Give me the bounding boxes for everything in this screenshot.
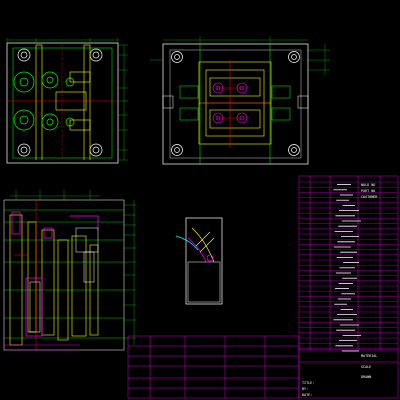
date-label: DATE: [302, 393, 312, 397]
title-label: TITLE: [302, 381, 314, 385]
title-block-row-3: CUSTOMER [361, 195, 378, 199]
title-block-row-2: PART NO [361, 189, 375, 193]
cad-drawing: NOLD NO PART NO CUSTOMER MATERIAL SCALE … [0, 0, 400, 400]
by-label: BY: [302, 387, 308, 391]
title-block-row-6: DRAWN [361, 375, 371, 379]
title-block-row-4: MATERIAL [361, 354, 377, 358]
title-block-row-1: NOLD NO [361, 183, 375, 187]
title-block-row-5: SCALE [361, 365, 371, 369]
